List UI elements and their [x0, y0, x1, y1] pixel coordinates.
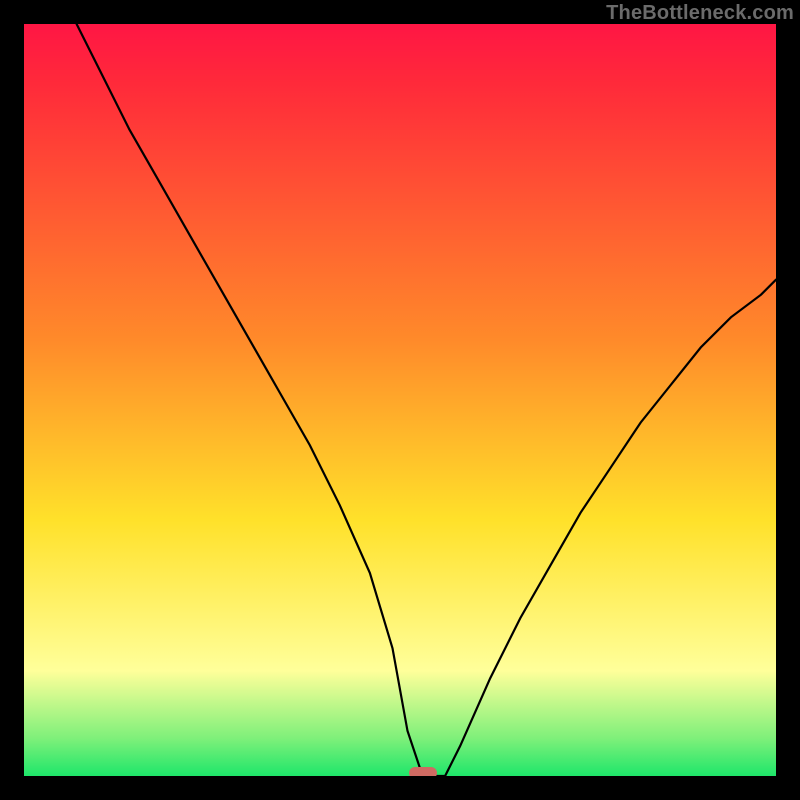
plot-area	[24, 24, 776, 776]
watermark-text: TheBottleneck.com	[606, 2, 794, 25]
bottleneck-curve-path	[77, 24, 776, 776]
curve-layer	[24, 24, 776, 776]
minimum-marker	[409, 767, 437, 776]
chart-frame: TheBottleneck.com	[0, 0, 800, 800]
